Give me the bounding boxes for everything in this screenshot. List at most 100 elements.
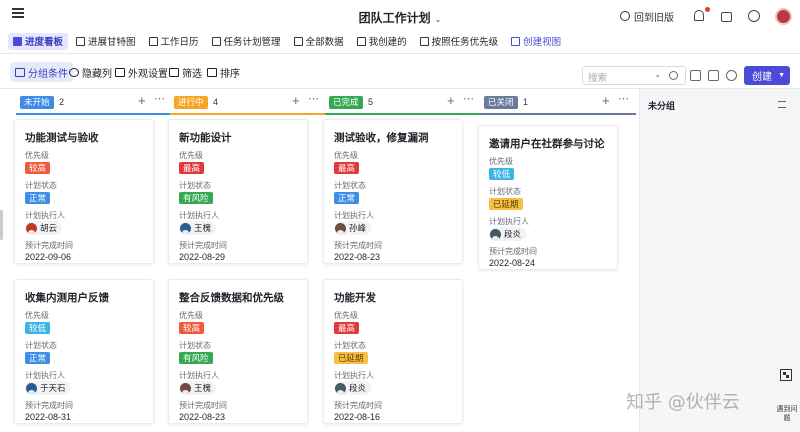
collapse-icon[interactable] [778,101,786,108]
priority-label: 优先级 [334,151,358,160]
assignee-name: 王槐 [194,383,212,393]
unassigned-title: 未分组 [648,101,676,111]
add-card-icon[interactable]: + [292,93,300,108]
scroll-handle[interactable] [0,210,3,240]
card-count: 5 [368,97,374,107]
avatar [490,228,501,240]
due-label: 预计完成时间 [489,247,537,256]
column-header: 已完成 5 + ⋯ [323,92,475,113]
help-label[interactable]: 遇到问题 [776,405,798,423]
task-card[interactable]: 测试验收，修复漏洞 优先级 最高 计划状态 正常 计划执行人 孙峰 预计完成时间 2022-08… [323,119,463,264]
assignee-label: 计划执行人 [179,211,219,220]
avatar [335,222,346,234]
assignee-label: 计划执行人 [489,217,529,226]
card-title: 新功能设计 [179,132,232,144]
tab-task-plan[interactable]: 任务计划管理 [207,33,286,50]
briefcase-icon[interactable] [721,10,734,23]
assignee-chip[interactable]: 王槐 [179,221,217,235]
upload-icon[interactable] [690,70,701,81]
card-count: 2 [59,97,65,107]
task-card[interactable]: 功能测试与验收 优先级 较高 计划状态 正常 计划执行人 胡云 预计完成时间 2022-09-0… [14,119,154,264]
notification-bell-icon[interactable] [694,6,710,23]
sort-button[interactable]: 排序 [202,62,245,82]
more-icon[interactable]: ⋯ [463,92,474,105]
assignee-chip[interactable]: 段炎 [489,227,527,241]
assignee-label: 计划执行人 [179,371,219,380]
filter-button[interactable]: 筛选 [164,62,207,82]
task-card[interactable]: 整合反馈数据和优先级 优先级 较高 计划状态 有风险 计划执行人 王槐 预计完成时间 2022-… [168,279,308,424]
avatar [26,382,37,394]
status-badge: 已关闭 [484,96,518,109]
calendar-icon [148,36,158,46]
tab-created-by-me[interactable]: 我创建的 [352,33,412,50]
plan-status-label: 计划状态 [334,181,366,190]
search-input[interactable]: 搜索 ⌄ [582,66,686,85]
back-to-old-version-button[interactable]: 回到旧版 [620,9,674,24]
assignee-name: 段炎 [504,229,522,239]
priority-tag: 较低 [25,322,51,334]
create-button[interactable]: 创建 ▼ [744,66,790,85]
assignee-chip[interactable]: 王槐 [179,381,217,395]
assignee-label: 计划执行人 [25,211,65,220]
task-card[interactable]: 功能开发 优先级 最高 计划状态 已延期 计划执行人 段炎 预计完成时间 2022-08-16 [323,279,463,424]
appearance-icon [115,67,125,77]
tab-by-priority[interactable]: 按照任务优先级 [415,33,504,50]
column-color-bar [16,113,172,115]
task-card[interactable]: 收集内测用户反馈 优先级 较低 计划状态 正常 计划执行人 于天石 预计完成时间 2022-08… [14,279,154,424]
tab-progress-board[interactable]: 进度看板 [8,32,69,50]
compass-icon[interactable] [748,9,761,23]
add-card-icon[interactable]: + [602,93,610,108]
board-column: 未开始 2 + ⋯ 功能测试与验收 优先级 较高 计划状态 正常 计划执行人 胡云 预计完成时间 202… [14,89,172,432]
card-count: 4 [213,97,219,107]
priority-tag: 最高 [334,322,360,334]
task-card[interactable]: 邀请用户在社群参与讨论 优先级 较低 计划状态 已延期 计划执行人 段炎 预计完成时间 2022… [478,125,618,270]
due-label: 预计完成时间 [334,241,382,250]
more-icon[interactable]: ⋯ [308,92,319,105]
chevron-down-icon: ⌄ [654,70,661,79]
assignee-chip[interactable]: 胡云 [25,221,63,235]
download-icon[interactable] [708,70,719,81]
priority-label: 优先级 [179,151,203,160]
group-icon [15,67,25,77]
board-column: 已完成 5 + ⋯ 测试验收，修复漏洞 优先级 最高 计划状态 正常 计划执行人 孙峰 预计完成时间 2… [323,89,481,432]
watermark: 知乎 @伙伴云 [626,392,740,413]
column-color-bar [480,113,636,115]
qr-code-icon[interactable] [780,369,792,381]
column-header: 已关闭 1 + ⋯ [478,92,630,113]
assignee-chip[interactable]: 孙峰 [334,221,372,235]
chevron-down-icon: ▼ [778,72,785,79]
more-icon[interactable] [726,70,737,81]
create-view-button[interactable]: 创建视图 [506,33,566,50]
more-icon[interactable]: ⋯ [618,92,629,105]
plan-status-label: 计划状态 [179,181,211,190]
card-title: 测试验收，修复漏洞 [334,132,429,144]
priority-label: 优先级 [334,311,358,320]
tab-gantt[interactable]: 进展甘特图 [71,33,141,50]
assignee-chip[interactable]: 段炎 [334,381,372,395]
assignee-label: 计划执行人 [334,371,374,380]
plan-status-tag: 正常 [334,192,360,204]
status-badge: 未开始 [20,96,54,109]
plus-square-icon [511,36,521,46]
due-label: 预计完成时间 [179,241,227,250]
add-card-icon[interactable]: + [447,93,455,108]
task-card[interactable]: 新功能设计 优先级 最高 计划状态 有风险 计划执行人 王槐 预计完成时间 2022-08-29 [168,119,308,264]
table-icon [356,36,366,46]
more-icon[interactable]: ⋯ [154,92,165,105]
user-avatar[interactable] [775,7,792,25]
priority-tag: 最高 [179,162,205,174]
due-date: 2022-09-06 [25,252,72,262]
card-title: 收集内测用户反馈 [25,292,109,304]
add-card-icon[interactable]: + [138,93,146,108]
plan-status-tag: 已延期 [489,198,523,210]
plan-status-tag: 有风险 [179,352,213,364]
card-title: 邀请用户在社群参与讨论 [489,138,605,150]
card-count: 1 [523,97,529,107]
assignee-chip[interactable]: 于天石 [25,381,71,395]
tab-all-data[interactable]: 全部数据 [289,33,349,50]
tab-calendar[interactable]: 工作日历 [144,33,204,50]
eye-icon [69,67,79,77]
assignee-label: 计划执行人 [334,211,374,220]
card-title: 功能测试与验收 [25,132,99,144]
filter-icon [169,67,179,77]
